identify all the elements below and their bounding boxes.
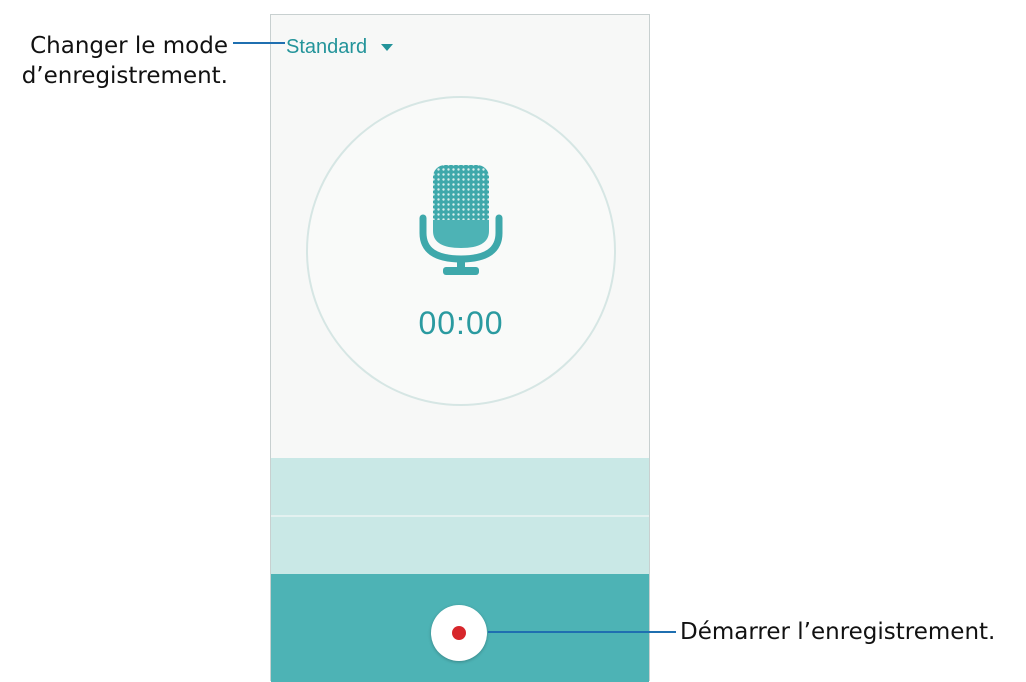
recording-timer: 00:00	[418, 305, 504, 341]
callout-recording-mode: Changer le mode d’enregistrement.	[0, 31, 228, 91]
callout-line-mode	[233, 42, 285, 44]
voice-recorder-screen: Standard 00:00	[270, 14, 650, 682]
callout-mode-line1: Changer le mode	[30, 33, 228, 59]
callout-mode-line2: d’enregistrement.	[21, 63, 228, 89]
callout-record: Démarrer l’enregistrement.	[680, 619, 996, 645]
record-icon	[452, 626, 466, 640]
recordings-list-area-bottom	[271, 517, 649, 574]
control-bar	[271, 574, 649, 682]
record-button[interactable]	[431, 605, 487, 661]
recording-mode-label: Standard	[286, 35, 368, 58]
callout-line-record	[488, 631, 676, 633]
recordings-list-area-top	[271, 458, 649, 515]
dropdown-caret-icon	[381, 43, 394, 51]
microphone-icon	[419, 165, 503, 275]
recording-mode-dropdown[interactable]: Standard	[286, 32, 394, 62]
